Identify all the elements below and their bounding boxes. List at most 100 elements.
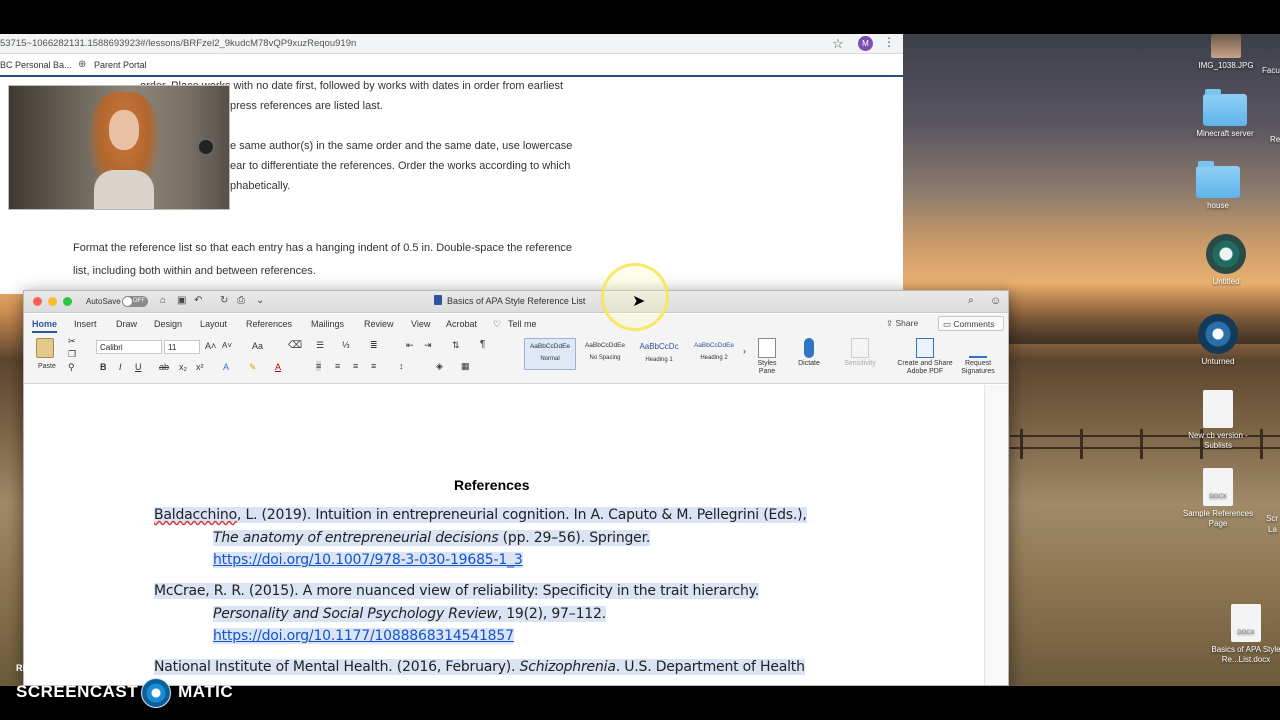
borders-icon[interactable]: ▦: [461, 361, 470, 372]
paste-clipboard-icon[interactable]: [36, 338, 54, 358]
clear-formatting-icon[interactable]: ⌫: [288, 340, 302, 351]
shading-icon[interactable]: ◈: [436, 361, 443, 372]
vertical-scrollbar[interactable]: [984, 385, 1008, 685]
reference-1-line-1[interactable]: Baldacchino, L. (2019). Intuition in ent…: [154, 507, 807, 523]
lightbulb-icon: ♡: [493, 319, 502, 329]
tab-review[interactable]: Review: [364, 319, 394, 329]
home-icon[interactable]: ⌂: [160, 295, 166, 306]
document-canvas[interactable]: References Baldacchino, L. (2019). Intui…: [24, 385, 1008, 685]
document-title: Basics of APA Style Reference List: [447, 296, 586, 306]
copy-icon[interactable]: ❐: [68, 349, 76, 360]
underline-button[interactable]: U: [135, 362, 142, 372]
search-icon[interactable]: ⌕: [968, 295, 974, 306]
highlight-icon[interactable]: ✎: [249, 362, 257, 373]
align-center-icon[interactable]: ≡: [335, 361, 340, 371]
numbering-icon[interactable]: ⅓: [342, 340, 350, 350]
share-button[interactable]: ⇪ Share: [886, 318, 918, 329]
undo-icon[interactable]: ↶: [194, 295, 202, 306]
word-titlebar[interactable]: AutoSave OFF ⌂ ▣ ↶ ↻ ⎙ ⌄ Basics of APA S…: [24, 291, 1008, 313]
font-size-select[interactable]: 11: [164, 340, 200, 354]
tab-view[interactable]: View: [411, 319, 430, 329]
desktop-icon-minecraft[interactable]: Minecraft server: [1183, 89, 1267, 139]
minimize-button[interactable]: [48, 297, 57, 306]
wall-clock: [197, 138, 215, 156]
comments-button[interactable]: ▭ Comments: [938, 316, 1004, 331]
print-icon[interactable]: ⎙: [237, 295, 245, 306]
redo-icon[interactable]: ↻: [220, 295, 228, 306]
grow-font-icon[interactable]: A˄: [205, 341, 216, 351]
desktop-icon-unturned[interactable]: Unturned: [1176, 314, 1260, 367]
tab-acrobat[interactable]: Acrobat: [446, 319, 477, 329]
change-case-icon[interactable]: Aa: [252, 341, 263, 351]
style-normal[interactable]: AaBbCcDdEe Normal: [524, 338, 576, 370]
request-signatures-button[interactable]: Request Signatures: [958, 338, 998, 376]
strikethrough-button[interactable]: ab: [159, 362, 169, 372]
more-menu-icon[interactable]: ⋮: [883, 35, 895, 49]
tab-mailings[interactable]: Mailings: [311, 319, 344, 329]
feedback-smiley-icon[interactable]: ☺: [990, 295, 1001, 307]
desktop-icon-house[interactable]: house: [1176, 161, 1260, 211]
reference-1-doi-link[interactable]: https://doi.org/10.1007/978-3-030-19685-…: [213, 552, 523, 568]
increase-indent-icon[interactable]: ⇥: [424, 340, 432, 351]
dictate-button[interactable]: Dictate: [792, 338, 826, 368]
edge-label: Facul: [1262, 66, 1280, 75]
superscript-button[interactable]: x²: [196, 362, 204, 372]
tab-insert[interactable]: Insert: [74, 319, 97, 329]
text-effects-icon[interactable]: A: [223, 362, 229, 372]
desktop-icon-basics-apa[interactable]: DOCX Basics of APA Style Re...List.docx: [1204, 604, 1280, 665]
tab-tell-me[interactable]: Tell me: [508, 319, 537, 329]
references-heading[interactable]: References: [454, 477, 530, 493]
bookmark-bc-personal[interactable]: BC Personal Ba...: [0, 60, 72, 70]
style-name: Heading 1: [645, 357, 673, 363]
desktop-icon-newcb[interactable]: New cb version -Sublists: [1176, 390, 1260, 451]
bookmark-parent-portal[interactable]: Parent Portal: [94, 60, 147, 70]
reference-1-line-2[interactable]: The anatomy of entrepreneurial decisions…: [213, 530, 650, 546]
create-share-pdf-button[interactable]: Create and Share Adobe PDF: [890, 338, 960, 376]
multilevel-list-icon[interactable]: ≣: [370, 340, 378, 351]
line-spacing-icon[interactable]: ↕: [399, 361, 404, 371]
align-left-icon[interactable]: ≡: [316, 361, 322, 371]
tab-layout[interactable]: Layout: [200, 319, 227, 329]
desktop-icon-untitled[interactable]: Untitled: [1184, 234, 1268, 287]
desktop-icon-sample-refs[interactable]: DOCX Sample References Page: [1176, 468, 1260, 529]
styles-more-chevron-icon[interactable]: ›: [743, 346, 746, 356]
show-formatting-icon[interactable]: ¶: [480, 339, 485, 350]
mouse-cursor-icon: ➤: [632, 293, 646, 310]
tab-design[interactable]: Design: [154, 319, 182, 329]
style-sample: AaBbCcDdEe: [693, 342, 735, 349]
maximize-button[interactable]: [63, 297, 72, 306]
decrease-indent-icon[interactable]: ⇤: [406, 340, 414, 351]
autosave-toggle[interactable]: OFF: [122, 296, 148, 307]
bookmark-star-icon[interactable]: ☆: [832, 36, 844, 52]
sort-icon[interactable]: ⇅: [452, 340, 460, 351]
styles-pane-button[interactable]: Styles Pane: [753, 338, 781, 376]
align-right-icon[interactable]: ≡: [353, 361, 358, 371]
subscript-button[interactable]: x₂: [179, 362, 187, 372]
reference-2-line-1[interactable]: McCrae, R. R. (2015). A more nuanced vie…: [154, 583, 759, 599]
style-no-spacing[interactable]: AaBbCcDdEe No Spacing: [579, 338, 631, 370]
style-heading-1[interactable]: AaBbCcDc Heading 1: [633, 338, 685, 370]
font-color-icon[interactable]: A: [275, 362, 281, 372]
format-painter-icon[interactable]: ⚲: [68, 362, 75, 373]
customize-toolbar-icon[interactable]: ⌄: [256, 295, 264, 306]
tab-home[interactable]: Home: [32, 319, 58, 333]
desktop-icon-img[interactable]: IMG_1038.JPG: [1184, 34, 1268, 71]
tab-references[interactable]: References: [246, 319, 292, 329]
url-text[interactable]: 53715~1066282131.1588693923#/lessons/BRF…: [0, 38, 356, 49]
address-bar[interactable]: 53715~1066282131.1588693923#/lessons/BRF…: [0, 34, 903, 54]
reference-2-line-2[interactable]: Personality and Social Psychology Review…: [213, 606, 606, 622]
font-name-select[interactable]: Calibri: [96, 340, 162, 354]
sensitivity-button[interactable]: Sensitivity: [838, 338, 882, 368]
italic-button[interactable]: I: [119, 362, 122, 372]
style-heading-2[interactable]: AaBbCcDdEe Heading 2: [688, 338, 740, 370]
tab-draw[interactable]: Draw: [116, 319, 137, 329]
shrink-font-icon[interactable]: A˅: [222, 341, 232, 350]
bullets-icon[interactable]: ☰: [316, 340, 324, 351]
cut-icon[interactable]: ✂: [68, 336, 76, 347]
reference-2-doi-link[interactable]: https://doi.org/10.1177/1088868314541857: [213, 628, 514, 644]
save-icon[interactable]: ▣: [177, 295, 186, 306]
profile-avatar[interactable]: M: [858, 36, 873, 51]
bold-button[interactable]: B: [100, 362, 107, 372]
justify-icon[interactable]: ≡: [371, 361, 376, 371]
close-button[interactable]: [33, 297, 42, 306]
